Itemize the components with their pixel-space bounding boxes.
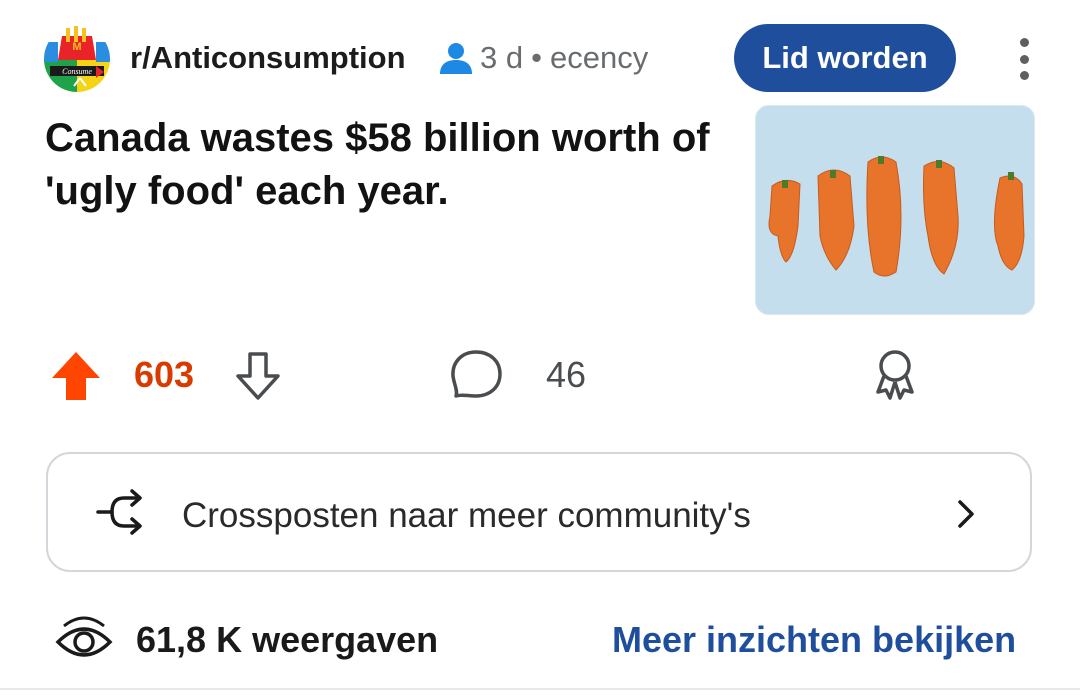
post-action-bar: 603 46 <box>44 340 1044 410</box>
view-count: 61,8 K weergaven <box>136 619 439 660</box>
post-title[interactable]: Canada wastes $58 billion worth of 'ugly… <box>45 112 725 218</box>
svg-text:M: M <box>72 41 81 53</box>
comment-icon[interactable] <box>448 346 504 402</box>
more-dot <box>1019 38 1029 47</box>
community-name[interactable]: r/Anticonsumption <box>130 40 406 76</box>
bottom-divider <box>0 688 1080 690</box>
upvote-icon[interactable] <box>48 348 104 404</box>
crosspost-icon <box>96 489 142 535</box>
post-thumbnail[interactable] <box>755 105 1035 315</box>
post-author[interactable]: ecency <box>550 40 648 76</box>
comment-count[interactable]: 46 <box>546 354 586 396</box>
downvote-icon[interactable] <box>230 348 286 404</box>
person-icon <box>440 43 472 74</box>
eye-icon <box>55 616 113 657</box>
more-options-icon[interactable] <box>1004 38 1044 80</box>
more-dot <box>1019 54 1029 64</box>
award-icon[interactable] <box>870 346 920 402</box>
chevron-right-icon <box>958 500 974 528</box>
post-age: 3 d <box>480 40 524 75</box>
view-insights-link[interactable]: Meer inzichten bekijken <box>612 619 1016 661</box>
vote-score: 603 <box>134 354 195 395</box>
more-dot <box>1019 71 1029 80</box>
crosspost-label: Crossposten naar meer community's <box>182 496 751 535</box>
join-button[interactable]: Lid worden <box>734 24 956 92</box>
community-avatar[interactable]: M Consume <box>44 26 110 92</box>
avatar-text: Consume <box>62 67 92 76</box>
meta-separator: • <box>531 40 542 75</box>
carrots-image <box>756 106 1034 314</box>
crosspost-card[interactable]: Crossposten naar meer community's <box>46 452 1032 572</box>
post-meta: 3 d • ecency <box>438 40 648 76</box>
